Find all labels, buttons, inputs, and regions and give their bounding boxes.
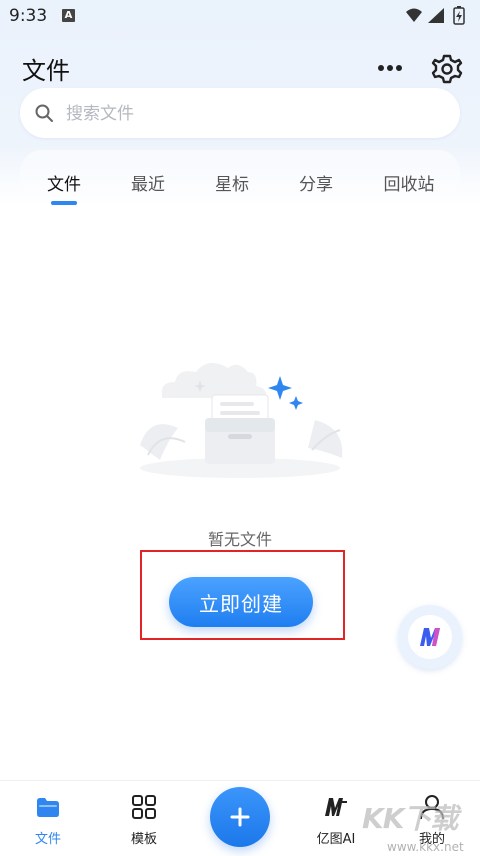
more-dots-icon bbox=[378, 65, 402, 71]
watermark-url: www.kkx.net bbox=[387, 840, 464, 854]
active-tab-indicator bbox=[51, 201, 77, 205]
tab-trash[interactable]: 回收站 bbox=[374, 170, 444, 195]
ai-logo-icon bbox=[325, 798, 347, 816]
grid-icon bbox=[132, 795, 156, 819]
nav-templates[interactable]: 模板 bbox=[104, 781, 184, 856]
status-icons bbox=[406, 6, 465, 25]
create-now-button[interactable]: 立即创建 bbox=[169, 577, 313, 627]
nav-templates-label: 模板 bbox=[130, 832, 157, 847]
watermark-logo: KK下载 bbox=[362, 802, 458, 835]
notification-badge: A bbox=[62, 9, 75, 22]
status-time: 9:33 bbox=[9, 6, 48, 26]
nav-files-label: 文件 bbox=[34, 832, 61, 847]
signal-icon bbox=[428, 8, 444, 23]
settings-button[interactable] bbox=[430, 52, 464, 86]
search-icon bbox=[35, 104, 53, 122]
search-input[interactable] bbox=[64, 98, 428, 130]
empty-box-illustration bbox=[140, 362, 343, 478]
nav-files[interactable]: 文件 bbox=[8, 781, 88, 856]
status-bar: 9:33 A bbox=[0, 0, 480, 34]
plus-icon bbox=[230, 807, 250, 827]
wifi-icon bbox=[406, 8, 422, 22]
add-button[interactable] bbox=[210, 787, 270, 847]
tab-files[interactable]: 文件 bbox=[34, 170, 94, 195]
tab-recent[interactable]: 最近 bbox=[118, 170, 178, 195]
search-bar[interactable] bbox=[20, 88, 460, 138]
ai-assistant-button[interactable] bbox=[398, 605, 462, 669]
ai-logo-icon bbox=[420, 628, 440, 646]
page-title: 文件 bbox=[22, 57, 70, 85]
tab-starred[interactable]: 星标 bbox=[202, 170, 262, 195]
gear-icon bbox=[431, 54, 463, 84]
folder-icon bbox=[37, 798, 59, 817]
tab-shared[interactable]: 分享 bbox=[286, 170, 346, 195]
empty-message: 暂无文件 bbox=[207, 530, 272, 549]
more-button[interactable] bbox=[374, 56, 406, 80]
